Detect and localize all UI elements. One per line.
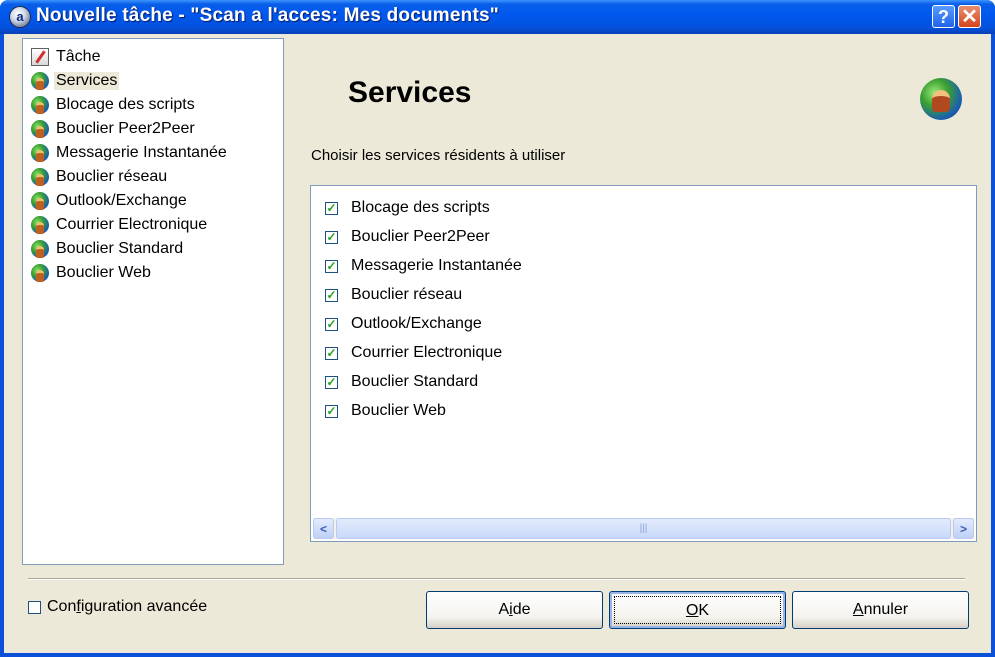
globe-icon bbox=[31, 168, 49, 186]
ok-button[interactable]: OK bbox=[609, 591, 786, 629]
tree-item-label: Outlook/Exchange bbox=[56, 192, 187, 209]
tree-item-label: Courrier Electronique bbox=[56, 216, 208, 233]
tree-item-messagerie[interactable]: Messagerie Instantanée bbox=[31, 141, 229, 165]
footer-divider bbox=[28, 578, 965, 580]
tree-item-label: Bouclier réseau bbox=[56, 168, 168, 185]
globe-icon bbox=[31, 72, 49, 90]
tree-item-blocage-scripts[interactable]: Blocage des scripts bbox=[31, 93, 197, 117]
advanced-config-label: Configuration avancée bbox=[47, 598, 208, 615]
service-item-bouclier-standard[interactable]: ✓ Bouclier Standard bbox=[325, 369, 478, 395]
globe-icon bbox=[31, 192, 49, 210]
services-list[interactable]: ✓ Blocage des scripts ✓ Bouclier Peer2Pe… bbox=[310, 185, 977, 542]
cancel-button[interactable]: Annuler bbox=[792, 591, 969, 629]
tree-item-bouclier-web[interactable]: Bouclier Web bbox=[31, 261, 153, 285]
title-bar[interactable]: a Nouvelle tâche - "Scan a l'acces: Mes … bbox=[0, 0, 995, 34]
checkbox-checked[interactable]: ✓ bbox=[325, 288, 338, 302]
globe-icon bbox=[31, 144, 49, 162]
globe-icon bbox=[31, 96, 49, 114]
service-item-messagerie[interactable]: ✓ Messagerie Instantanée bbox=[325, 253, 522, 279]
checkbox-checked[interactable]: ✓ bbox=[325, 201, 338, 215]
service-item-courrier[interactable]: ✓ Courrier Electronique bbox=[325, 340, 502, 366]
globe-icon bbox=[31, 120, 49, 138]
tree-item-peer2peer[interactable]: Bouclier Peer2Peer bbox=[31, 117, 197, 141]
checkbox-checked[interactable]: ✓ bbox=[325, 346, 338, 360]
service-item-blocage-scripts[interactable]: ✓ Blocage des scripts bbox=[325, 195, 490, 221]
service-label: Messagerie Instantanée bbox=[351, 257, 522, 274]
help-text-button[interactable]: Aide bbox=[426, 591, 603, 629]
tree-item-bouclier-standard[interactable]: Bouclier Standard bbox=[31, 237, 185, 261]
tree-item-courrier[interactable]: Courrier Electronique bbox=[31, 213, 209, 237]
checkbox-checked[interactable]: ✓ bbox=[325, 259, 338, 273]
checkbox-checked[interactable]: ✓ bbox=[325, 317, 338, 331]
tree-item-label: Tâche bbox=[56, 48, 101, 65]
tree-item-label: Bouclier Web bbox=[56, 264, 151, 281]
service-item-outlook[interactable]: ✓ Outlook/Exchange bbox=[325, 311, 482, 337]
tree-item-tache[interactable]: Tâche bbox=[31, 45, 102, 69]
advanced-config-checkbox[interactable]: Configuration avancée bbox=[28, 598, 207, 616]
navigation-tree[interactable]: Tâche Services Blocage des scripts Boucl… bbox=[22, 38, 284, 565]
globe-icon bbox=[920, 78, 962, 120]
scroll-left-button[interactable]: < bbox=[313, 518, 334, 539]
scroll-right-button[interactable]: > bbox=[953, 518, 974, 539]
tree-item-label: Messagerie Instantanée bbox=[56, 144, 227, 161]
service-item-bouclier-reseau[interactable]: ✓ Bouclier réseau bbox=[325, 282, 462, 308]
checkbox-unchecked[interactable] bbox=[28, 600, 41, 614]
task-icon bbox=[31, 48, 49, 66]
help-button[interactable]: ? bbox=[932, 5, 955, 28]
service-item-peer2peer[interactable]: ✓ Bouclier Peer2Peer bbox=[325, 224, 490, 250]
tree-item-bouclier-reseau[interactable]: Bouclier réseau bbox=[31, 165, 169, 189]
scroll-thumb[interactable]: ||| bbox=[336, 518, 951, 539]
user-icon bbox=[932, 90, 950, 112]
checkbox-checked[interactable]: ✓ bbox=[325, 404, 338, 418]
tree-item-outlook[interactable]: Outlook/Exchange bbox=[31, 189, 189, 213]
services-description: Choisir les services résidents à utilise… bbox=[311, 147, 566, 164]
globe-icon bbox=[31, 240, 49, 258]
service-label: Bouclier réseau bbox=[351, 286, 463, 303]
service-item-bouclier-web[interactable]: ✓ Bouclier Web bbox=[325, 398, 446, 424]
window-title: Nouvelle tâche - "Scan a l'acces: Mes do… bbox=[36, 5, 499, 26]
horizontal-scrollbar[interactable]: < ||| > bbox=[313, 518, 974, 539]
tree-item-label: Bouclier Peer2Peer bbox=[56, 120, 195, 137]
service-label: Bouclier Standard bbox=[351, 373, 479, 390]
close-button[interactable]: ✕ bbox=[958, 5, 981, 28]
globe-icon bbox=[31, 216, 49, 234]
page-title: Services bbox=[348, 76, 472, 109]
globe-icon bbox=[31, 264, 49, 282]
tree-item-label: Bouclier Standard bbox=[56, 240, 184, 257]
checkbox-checked[interactable]: ✓ bbox=[325, 230, 338, 244]
checkbox-checked[interactable]: ✓ bbox=[325, 375, 338, 389]
service-label: Bouclier Peer2Peer bbox=[351, 228, 490, 245]
service-label: Blocage des scripts bbox=[351, 199, 490, 216]
tree-item-services[interactable]: Services bbox=[31, 69, 120, 93]
tree-item-label: Services bbox=[54, 72, 120, 90]
service-label: Outlook/Exchange bbox=[351, 315, 482, 332]
app-icon: a bbox=[9, 6, 31, 28]
service-label: Courrier Electronique bbox=[351, 344, 503, 361]
service-label: Bouclier Web bbox=[351, 402, 446, 419]
tree-item-label: Blocage des scripts bbox=[56, 96, 195, 113]
focus-ring: OK bbox=[614, 596, 781, 624]
